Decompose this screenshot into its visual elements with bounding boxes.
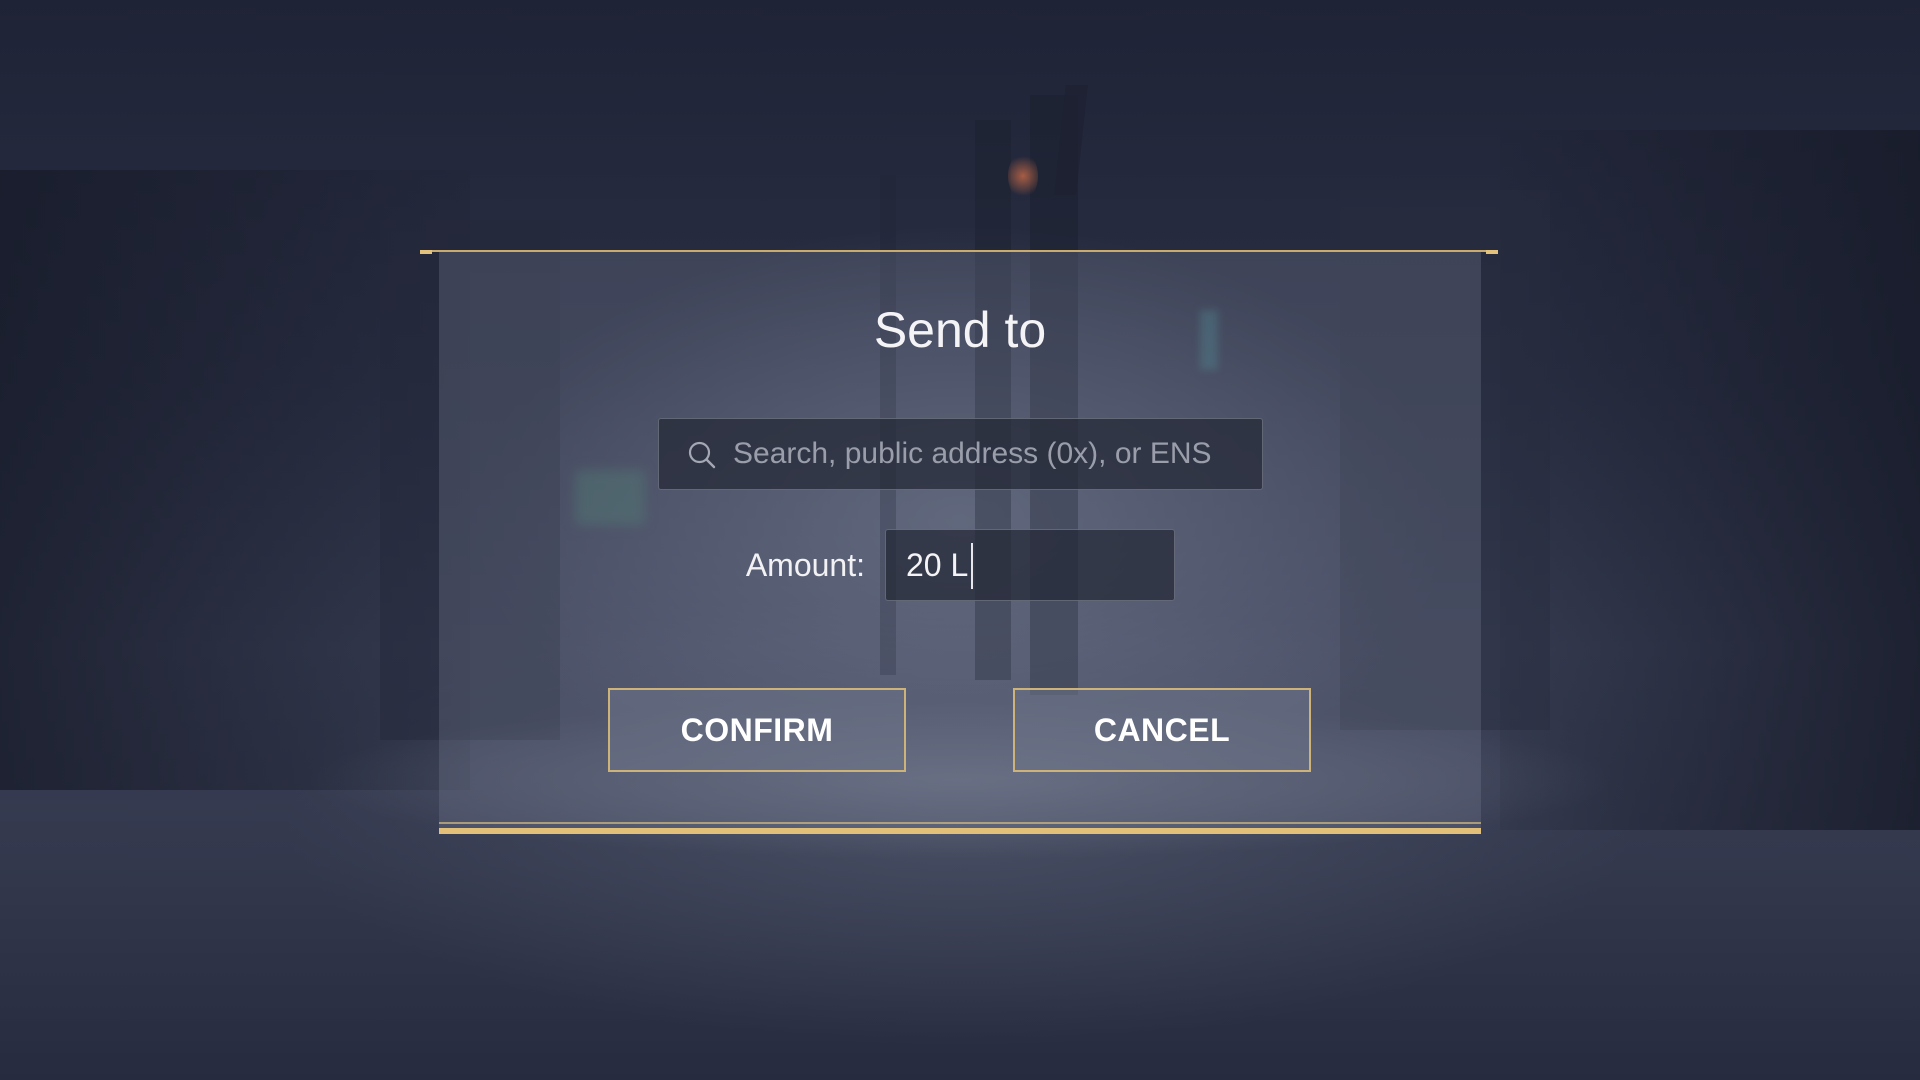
dialog-top-border-cap-left (420, 250, 432, 254)
text-caret (971, 543, 973, 589)
amount-input[interactable] (906, 530, 1156, 600)
dialog-bottom-border (439, 828, 1481, 834)
recipient-search-field[interactable] (658, 418, 1263, 490)
cancel-button[interactable]: CANCEL (1013, 688, 1311, 772)
search-icon (687, 440, 717, 470)
confirm-button[interactable]: CONFIRM (608, 688, 906, 772)
background-beacon-light (1008, 152, 1038, 200)
dialog-top-border (420, 250, 1498, 252)
amount-field[interactable] (885, 529, 1175, 601)
dialog-bottom-border-thin (439, 822, 1481, 824)
recipient-search-input[interactable] (733, 419, 1243, 489)
dialog-top-border-cap-right (1486, 250, 1498, 254)
amount-label: Amount: (745, 547, 865, 583)
dialog-title: Send to (873, 302, 1047, 358)
app-background: Send to Amount: CONFIRM CANCEL (0, 0, 1920, 1080)
